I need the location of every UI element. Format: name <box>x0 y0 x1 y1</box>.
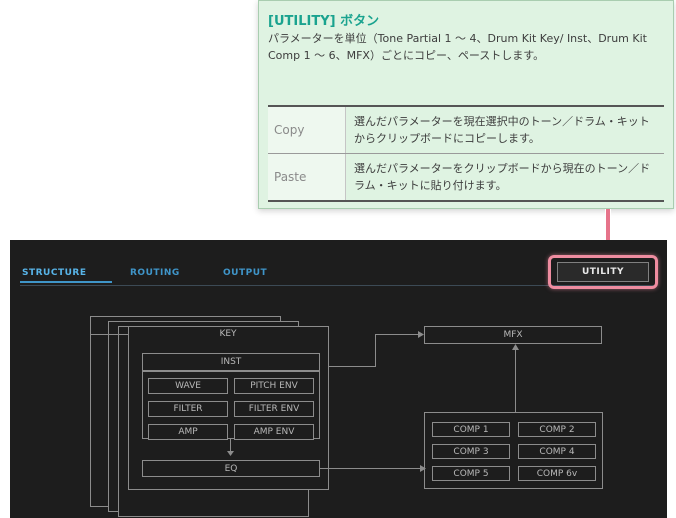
key-label: KEY <box>219 329 237 339</box>
callout-row-paste: Paste 選んだパラメーターをクリップボードから現在のトーン／ドラム・キットに… <box>268 153 664 200</box>
copy-description: 選んだパラメーターを現在選択中のトーン／ドラム・キットからクリップボードにコピー… <box>354 115 650 145</box>
paste-description: 選んだパラメーターをクリップボードから現在のトーン／ドラム・キットに貼り付けます… <box>354 162 651 192</box>
inst-box[interactable]: INST <box>142 353 320 371</box>
pitch-env-box[interactable]: PITCH ENV <box>234 378 314 394</box>
callout-table: Copy 選んだパラメーターを現在選択中のトーン／ドラム・キットからクリップボー… <box>268 105 664 202</box>
amp-box[interactable]: AMP <box>148 424 228 440</box>
wave-box[interactable]: WAVE <box>148 378 228 394</box>
eq-box[interactable]: EQ <box>142 460 320 477</box>
filter-box[interactable]: FILTER <box>148 401 228 417</box>
paste-label: Paste <box>268 154 346 200</box>
amp-env-box[interactable]: AMP ENV <box>234 424 314 440</box>
structure-diagram: KEY INST WAVE PITCH ENV FILTER FILTER EN… <box>10 240 667 518</box>
callout-title: [UTILITY] ボタン <box>268 14 380 29</box>
utility-callout: [UTILITY] ボタン パラメーターを単位（Tone Partial 1 ～… <box>258 0 674 209</box>
mfx-box[interactable]: MFX <box>424 326 602 344</box>
filter-env-box[interactable]: FILTER ENV <box>234 401 314 417</box>
comp2-box[interactable]: COMP 2 <box>518 422 596 437</box>
comp4-box[interactable]: COMP 4 <box>518 444 596 459</box>
comp3-box[interactable]: COMP 3 <box>432 444 510 459</box>
comp5-box[interactable]: COMP 5 <box>432 466 510 481</box>
structure-panel: STRUCTURE ROUTING OUTPUT UTILITY KEY INS… <box>10 240 667 518</box>
comp1-box[interactable]: COMP 1 <box>432 422 510 437</box>
comp6-box[interactable]: COMP 6v <box>518 466 596 481</box>
callout-description: パラメーターを単位（Tone Partial 1 ～ 4、Drum Kit Ke… <box>268 32 647 62</box>
callout-row-copy: Copy 選んだパラメーターを現在選択中のトーン／ドラム・キットからクリップボー… <box>268 107 664 153</box>
copy-label: Copy <box>268 107 346 153</box>
